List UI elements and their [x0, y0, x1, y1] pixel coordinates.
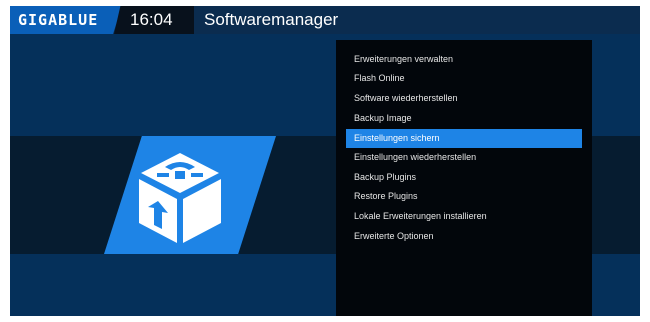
menu-item-restore-plugins[interactable]: Restore Plugins	[346, 187, 582, 206]
menu-item-einstellungen-sichern[interactable]: Einstellungen sichern	[346, 129, 582, 148]
menu-panel: Erweiterungen verwalten Flash Online Sof…	[336, 40, 592, 316]
background-band-right	[592, 136, 640, 254]
menu-item-lokale-erweiterungen-installieren[interactable]: Lokale Erweiterungen installieren	[346, 207, 582, 226]
page-title: Softwaremanager	[204, 10, 339, 29]
top-bar: GIGABLUE 16:04 Softwaremanager	[10, 6, 640, 34]
brand-logo: GIGABLUE	[10, 6, 122, 34]
menu-item-backup-image[interactable]: Backup Image	[346, 109, 582, 128]
tv-screen: GIGABLUE 16:04 Softwaremanager Erweiteru…	[10, 6, 640, 316]
menu-item-einstellungen-wiederherstellen[interactable]: Einstellungen wiederherstellen	[346, 148, 582, 167]
menu-item-erweiterte-optionen[interactable]: Erweiterte Optionen	[346, 227, 582, 246]
brand-logo-text: GIGABLUE	[18, 11, 99, 29]
menu-item-erweiterungen-verwalten[interactable]: Erweiterungen verwalten	[346, 50, 582, 69]
software-package-cube-icon	[139, 153, 221, 243]
menu-item-backup-plugins[interactable]: Backup Plugins	[346, 168, 582, 187]
clock: 16:04	[130, 10, 173, 29]
menu-item-flash-online[interactable]: Flash Online	[346, 69, 582, 88]
menu-item-software-wiederherstellen[interactable]: Software wiederherstellen	[346, 89, 582, 108]
